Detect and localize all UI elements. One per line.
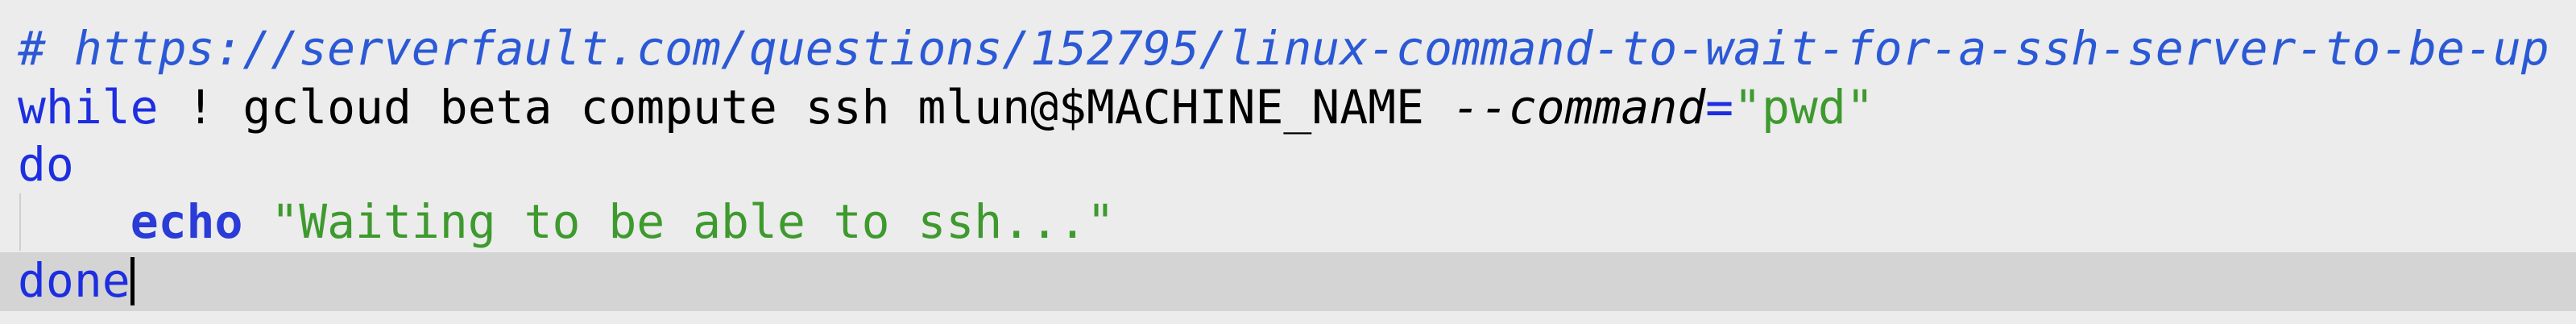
comment-url: # https://serverfault.com/questions/1527… — [18, 21, 2549, 76]
keyword-while: while — [18, 80, 159, 135]
code-line-3[interactable]: do — [0, 136, 2576, 193]
flag-value-string: "pwd" — [1733, 80, 1874, 135]
builtin-echo: echo — [130, 194, 243, 249]
keyword-do: do — [18, 137, 74, 192]
command-flag: --command — [1452, 80, 1706, 135]
code-line-4[interactable]: echo "Waiting to be able to ssh..." — [0, 193, 2576, 251]
code-editor[interactable]: # https://serverfault.com/questions/1527… — [0, 0, 2576, 324]
echo-string: "Waiting to be able to ssh..." — [271, 194, 1115, 249]
command-text: ! gcloud beta compute ssh mlun@$MACHINE_… — [158, 80, 1452, 135]
indentation — [18, 194, 130, 249]
text-cursor — [130, 256, 135, 305]
keyword-done: done — [18, 253, 130, 308]
code-line-5[interactable]: done — [0, 252, 2576, 309]
code-line-2[interactable]: while ! gcloud beta compute ssh mlun@$MA… — [0, 79, 2576, 136]
equals-operator: = — [1705, 80, 1734, 135]
code-line-1[interactable]: # https://serverfault.com/questions/1527… — [0, 20, 2576, 77]
